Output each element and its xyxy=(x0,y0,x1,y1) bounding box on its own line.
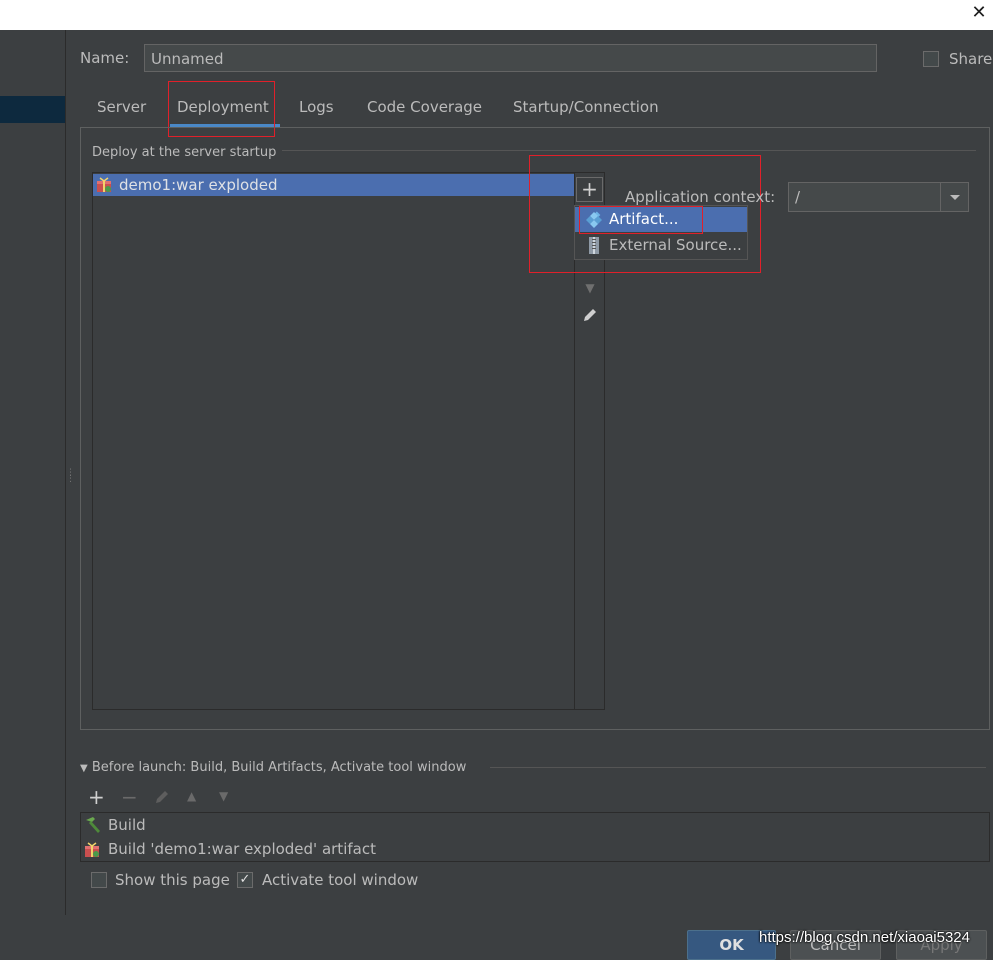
name-label: Name: xyxy=(80,49,130,67)
list-item-label: demo1:war exploded xyxy=(119,176,278,194)
list-item-label: Build 'demo1:war exploded' artifact xyxy=(108,840,376,858)
application-context-value: / xyxy=(795,188,801,206)
move-down-icon[interactable]: ▼ xyxy=(219,789,228,803)
name-input[interactable]: Unnamed xyxy=(144,44,877,72)
share-label: Share xyxy=(949,50,993,68)
sidebar-selected-item[interactable] xyxy=(0,96,65,123)
tab-startup-connection[interactable]: Startup/Connection xyxy=(513,98,659,116)
configurations-sidebar xyxy=(0,30,66,915)
move-down-icon[interactable]: ▼ xyxy=(576,275,604,301)
activate-tool-window-checkbox[interactable]: ✓ xyxy=(237,872,253,888)
before-launch-label: Before launch: Build, Build Artifacts, A… xyxy=(91,760,467,775)
artifact-icon xyxy=(84,841,100,865)
edit-icon[interactable] xyxy=(153,788,171,810)
chevron-down-icon[interactable] xyxy=(940,183,968,211)
highlight-box-artifact xyxy=(579,206,703,234)
activate-tool-window-label: Activate tool window xyxy=(262,871,419,889)
add-icon[interactable]: + xyxy=(88,785,105,809)
watermark-text: https://blog.csdn.net/xiaoai5324 xyxy=(759,929,970,946)
tab-code-coverage[interactable]: Code Coverage xyxy=(367,98,482,116)
list-item-label: Build xyxy=(108,816,146,834)
artifact-icon xyxy=(96,177,112,193)
application-context-combobox[interactable]: / xyxy=(788,182,969,212)
remove-icon[interactable]: − xyxy=(121,785,138,809)
title-bar xyxy=(0,0,993,30)
deploy-section-title: Deploy at the server startup xyxy=(92,145,277,160)
before-launch-title[interactable]: ▼ Before launch: Build, Build Artifacts,… xyxy=(80,760,466,775)
move-up-icon[interactable]: ▲ xyxy=(187,789,196,803)
application-context-label: Application context: xyxy=(625,188,776,206)
tab-server[interactable]: Server xyxy=(97,98,146,116)
show-page-checkbox[interactable] xyxy=(91,872,107,888)
edit-icon[interactable] xyxy=(576,306,604,332)
section-divider xyxy=(282,150,976,151)
list-item[interactable]: Build 'demo1:war exploded' artifact xyxy=(81,837,989,861)
splitter-handle[interactable]: ⋮ ⋮ xyxy=(66,469,75,488)
list-item[interactable]: Build xyxy=(81,813,989,837)
tab-logs[interactable]: Logs xyxy=(299,98,334,116)
before-launch-list[interactable]: Build Build 'demo1:war exploded' artifac… xyxy=(80,812,990,862)
close-icon[interactable]: ✕ xyxy=(968,2,990,24)
share-checkbox[interactable] xyxy=(923,51,939,67)
list-item[interactable]: demo1:war exploded xyxy=(93,174,574,196)
collapse-triangle-icon: ▼ xyxy=(80,763,88,774)
section-divider xyxy=(490,767,986,768)
show-page-label: Show this page xyxy=(115,871,230,889)
